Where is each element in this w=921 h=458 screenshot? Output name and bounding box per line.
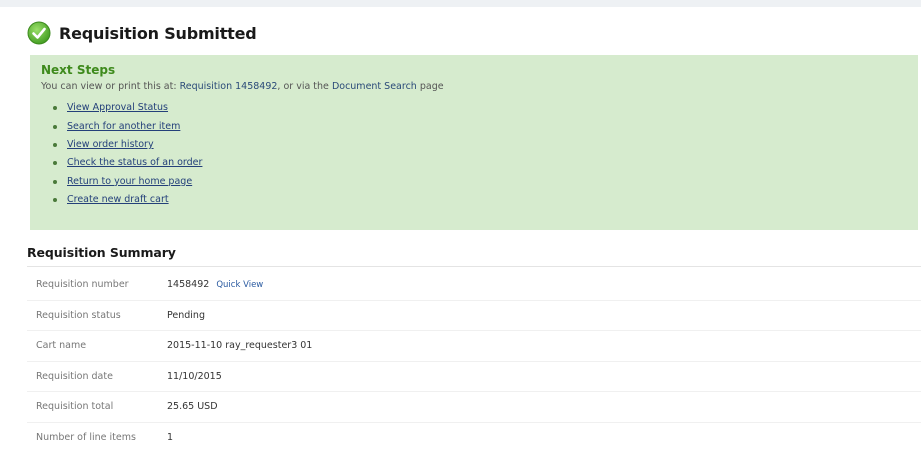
page-title: Requisition Submitted (59, 23, 257, 43)
row-label: Cart name (36, 340, 87, 352)
create-draft-cart-link[interactable]: Create new draft cart (67, 191, 169, 209)
row-label: Requisition number (36, 279, 129, 291)
list-item: Search for another item (53, 117, 918, 135)
next-steps-list: View Approval Status Search for another … (41, 99, 918, 209)
row-value: 11/10/2015 (167, 370, 222, 382)
bullet-icon (53, 161, 57, 166)
view-approval-status-link[interactable]: View Approval Status (67, 99, 168, 117)
bullet-icon (53, 198, 57, 203)
quick-view-link[interactable]: Quick View (216, 280, 263, 290)
list-item: Check the status of an order (53, 154, 918, 172)
list-item: Return to your home page (53, 173, 918, 191)
bullet-icon (53, 124, 57, 129)
bullet-icon (53, 142, 57, 147)
summary-title: Requisition Summary (27, 245, 176, 260)
page-header: Requisition Submitted (27, 20, 257, 46)
next-steps-text: You can view or print this at: Requisiti… (41, 80, 918, 93)
row-value: Pending (167, 309, 205, 321)
row-label: Number of line items (36, 432, 136, 444)
table-row: Requisition date 11/10/2015 (27, 362, 921, 392)
row-value: 1 (167, 432, 174, 444)
row-label: Requisition date (36, 370, 113, 382)
next-steps-title: Next Steps (41, 63, 116, 77)
table-row: Requisition total 25.65 USD (27, 392, 921, 423)
summary-table: Requisition number 1458492 Quick View Re… (27, 270, 921, 453)
requisition-link[interactable]: Requisition 1458492 (180, 81, 278, 92)
table-row: Requisition number 1458492 Quick View (27, 270, 921, 301)
list-item: View Approval Status (53, 99, 918, 117)
bullet-icon (53, 179, 57, 184)
list-item: Create new draft cart (53, 191, 918, 209)
view-order-history-link[interactable]: View order history (67, 136, 154, 154)
document-search-link[interactable]: Document Search (332, 81, 417, 92)
return-home-link[interactable]: Return to your home page (67, 173, 192, 191)
table-row: Cart name 2015-11-10 ray_requester3 01 (27, 331, 921, 362)
list-item: View order history (53, 136, 918, 154)
requisition-number-value: 1458492 (167, 279, 210, 291)
row-value: 1458492 Quick View (167, 279, 263, 290)
bullet-icon (53, 106, 57, 111)
summary-divider (27, 266, 921, 267)
check-order-status-link[interactable]: Check the status of an order (67, 154, 202, 172)
search-another-item-link[interactable]: Search for another item (67, 118, 180, 136)
table-row: Number of line items 1 (27, 423, 921, 454)
check-circle-icon (27, 21, 51, 45)
top-strip (0, 0, 921, 7)
next-steps-text-prefix: You can view or print this at: (41, 81, 177, 92)
row-label: Requisition status (36, 309, 121, 321)
next-steps-panel: Next Steps You can view or print this at… (30, 55, 918, 230)
row-label: Requisition total (36, 401, 114, 413)
row-value: 25.65 USD (167, 401, 218, 413)
next-steps-text-middle: , or via the (277, 81, 329, 92)
next-steps-text-suffix: page (419, 81, 444, 92)
table-row: Requisition status Pending (27, 301, 921, 331)
row-value: 2015-11-10 ray_requester3 01 (167, 340, 313, 352)
